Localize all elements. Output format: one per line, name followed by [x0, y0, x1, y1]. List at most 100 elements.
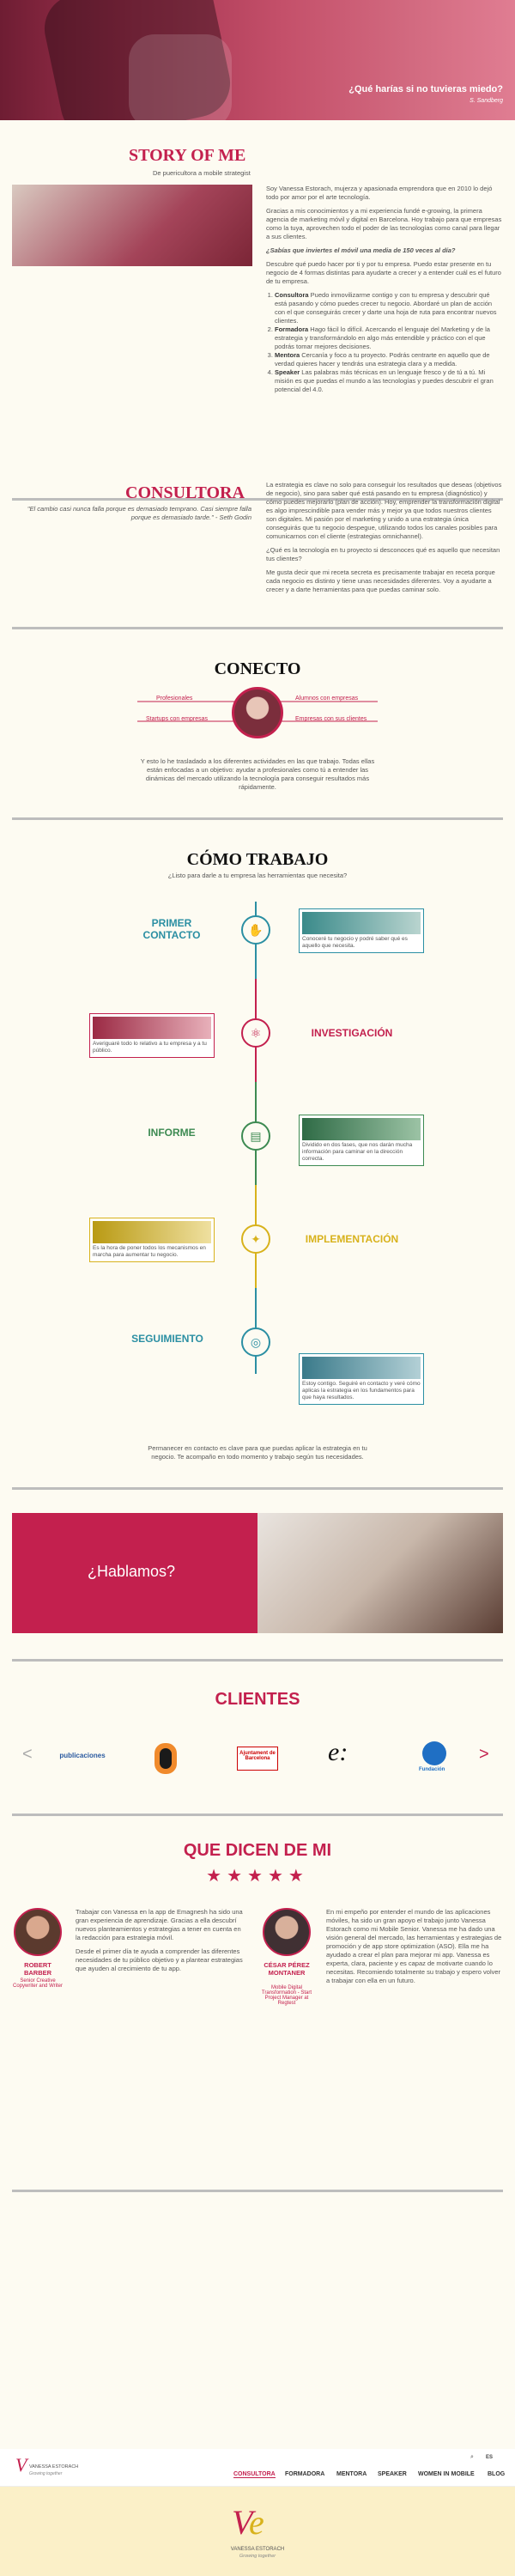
nav-item-speaker[interactable]: SPEAKER — [378, 2471, 407, 2477]
step-title: INVESTIGACIÓN — [311, 1027, 393, 1039]
step-card: Dividido en dos fases, que nos darán muc… — [299, 1115, 424, 1166]
hablamos-banner[interactable]: ¿Hablamos? — [12, 1513, 258, 1633]
site-footer: Ve VANESSA ESTORACH Growing together — [0, 2487, 515, 2576]
brand-logo-icon[interactable]: V — [15, 2454, 27, 2476]
story-question: ¿Sabías que inviertes el móvil una media… — [266, 246, 456, 254]
client-logo: publicaciones — [59, 1752, 106, 1759]
testimonios-title: QUE DICEN DE MI — [183, 1841, 332, 1860]
list-item: Speaker Las palabras más técnicas en un … — [275, 368, 503, 394]
search-icon[interactable]: ⌕ — [470, 2454, 474, 2461]
footer-tagline: Growing together — [239, 2554, 276, 2559]
testimonial-name: ROBERT BARBER — [23, 1961, 52, 1977]
step-text: Es la hora de poner todos los mecanismos… — [93, 1245, 206, 1258]
como-subtitle: ¿Listo para darle a tu empresa las herra… — [167, 872, 348, 879]
testimonial-text: Trabajar con Vanessa en la app de Emagne… — [76, 1908, 243, 1972]
consultora-paragraph: ¿Qué es la tecnología en tu proyecto si … — [266, 546, 500, 562]
client-logo: Ajuntament de Barcelona — [237, 1747, 278, 1771]
client-logo-fundacion-icon — [422, 1741, 446, 1765]
como-title: CÓMO TRABAJO — [186, 850, 329, 869]
client-logo: Fundación — [419, 1767, 445, 1772]
step-title: SEGUIMIENTO — [131, 1333, 203, 1345]
language-selector[interactable]: ES — [486, 2455, 493, 2460]
step-image — [302, 1118, 421, 1140]
step-card: Estoy contigo. Seguiré en contacto y ver… — [299, 1353, 424, 1405]
hablamos-photo — [258, 1513, 503, 1633]
story-paragraph: Gracias a mis conocimientos y a mi exper… — [266, 207, 502, 240]
clientes-title: CLIENTES — [215, 1690, 300, 1709]
nav-item-formadora[interactable]: FORMADORA — [285, 2471, 324, 2477]
testimonial-name: CÉSAR PÉREZ MONTANER — [264, 1961, 310, 1977]
conecto-tag: Profesionales — [156, 696, 193, 702]
conecto-tag: Alumnos con empresas — [295, 696, 359, 702]
step-title: PRIMER CONTACTO — [142, 917, 201, 941]
report-icon: ▤ — [241, 1121, 270, 1151]
brand-name: VANESSA ESTORACH — [29, 2464, 79, 2470]
lightbulb-icon: ✦ — [241, 1224, 270, 1254]
step-card: Averiguaré todo lo relativo a tu empresa… — [89, 1013, 215, 1058]
step-card: Conoceré tu negocio y podré saber qué es… — [299, 908, 424, 953]
divider — [12, 2190, 503, 2192]
consultora-paragraph: Me gusta decir que mi receta secreta es … — [266, 568, 495, 593]
divider — [12, 817, 503, 820]
hablamos-label[interactable]: ¿Hablamos? — [88, 1563, 175, 1581]
site-header: V VANESSA ESTORACH Growing together ⌕ ES… — [0, 2449, 515, 2487]
testimonial-role: Mobile Digital Transformation - Start Pr… — [261, 1985, 312, 2006]
hero-author: S. Sandberg — [470, 98, 503, 104]
step-image — [93, 1221, 211, 1243]
nav-item-women-in-mobile[interactable]: WOMEN IN MOBILE — [418, 2471, 475, 2477]
handshake-icon: ✋ — [241, 915, 270, 945]
testimonial-text: En mi empeño por entender el mundo de la… — [326, 1908, 502, 1984]
client-logo: e: — [328, 1738, 348, 1766]
step-text: Averiguaré todo lo relativo a tu empresa… — [93, 1041, 207, 1054]
step-text: Conoceré tu negocio y podré saber qué es… — [302, 936, 408, 949]
carousel-prev-button[interactable]: < — [22, 1745, 33, 1765]
rating-stars: ★★★★★ — [206, 1867, 309, 1886]
divider — [12, 1814, 503, 1816]
list-item: Formadora Hago fácil lo difícil. Acercan… — [275, 325, 503, 351]
avatar — [14, 1908, 62, 1956]
divider — [12, 1487, 503, 1490]
hero-banner: ¿Qué harías si no tuvieras miedo? S. San… — [0, 0, 515, 120]
hero-question: ¿Qué harías si no tuvieras miedo? — [348, 84, 503, 94]
step-card: Es la hora de poner todos los mecanismos… — [89, 1218, 215, 1262]
conecto-title: CONECTO — [214, 659, 301, 678]
consultora-quote: "El cambio casi nunca falla porque es de… — [27, 505, 251, 521]
brand-tagline: Growing together — [29, 2471, 63, 2476]
avatar — [263, 1908, 311, 1956]
step-title: IMPLEMENTACIÓN — [305, 1233, 399, 1245]
testimonial-role: Senior Creative Copywriter and Writer — [13, 1978, 63, 1989]
story-paragraph: Soy Vanessa Estorach, mujerza y apasiona… — [266, 185, 493, 201]
divider — [12, 1659, 503, 1662]
footer-logo-icon: Ve — [232, 2503, 264, 2542]
list-item: Consultora Puedo inmovilizarme contigo y… — [275, 291, 503, 325]
story-paragraph: Descubre qué puedo hacer por ti y por tu… — [266, 260, 501, 285]
footer-brand-name: VANESSA ESTORACH — [230, 2547, 285, 2552]
step-image — [302, 1357, 421, 1379]
client-logo-penguin — [154, 1743, 177, 1774]
como-footer: Permanecer en contacto es clave para que… — [148, 1444, 367, 1461]
consultora-paragraph: La estrategia es clave no solo para cons… — [266, 481, 502, 540]
nav-item-blog[interactable]: BLOG — [488, 2471, 505, 2477]
story-services-list: Consultora Puedo inmovilizarme contigo y… — [266, 291, 503, 394]
avatar — [232, 687, 283, 738]
target-icon: ◎ — [241, 1327, 270, 1357]
story-photo — [12, 185, 252, 266]
step-image — [302, 912, 421, 934]
nav-item-consultora[interactable]: CONSULTORA — [233, 2471, 276, 2478]
conecto-tag: Empresas con sus clientes — [295, 716, 367, 722]
step-image — [93, 1017, 211, 1039]
conecto-tag: Startups con empresas — [146, 716, 208, 722]
step-text: Dividido en dos fases, que nos darán muc… — [302, 1142, 413, 1162]
story-title: STORY OF ME — [129, 146, 246, 165]
list-item: Mentora Cercanía y foco a tu proyecto. P… — [275, 351, 503, 368]
consultora-text: La estrategia es clave no solo para cons… — [266, 481, 503, 594]
story-text: Soy Vanessa Estorach, mujerza y apasiona… — [266, 185, 503, 394]
carousel-next-button[interactable]: > — [479, 1745, 489, 1765]
step-title: INFORME — [148, 1127, 196, 1139]
story-subtitle: De puericultora a mobile strategist — [153, 169, 251, 177]
step-text: Estoy contigo. Seguiré en contacto y ver… — [302, 1381, 421, 1400]
nav-item-mentora[interactable]: MENTORA — [336, 2471, 367, 2477]
conecto-text: Y esto lo he trasladado a los diferentes… — [140, 757, 375, 791]
consultora-title: CONSULTORA — [125, 483, 245, 502]
hero-image-shape — [129, 34, 232, 120]
